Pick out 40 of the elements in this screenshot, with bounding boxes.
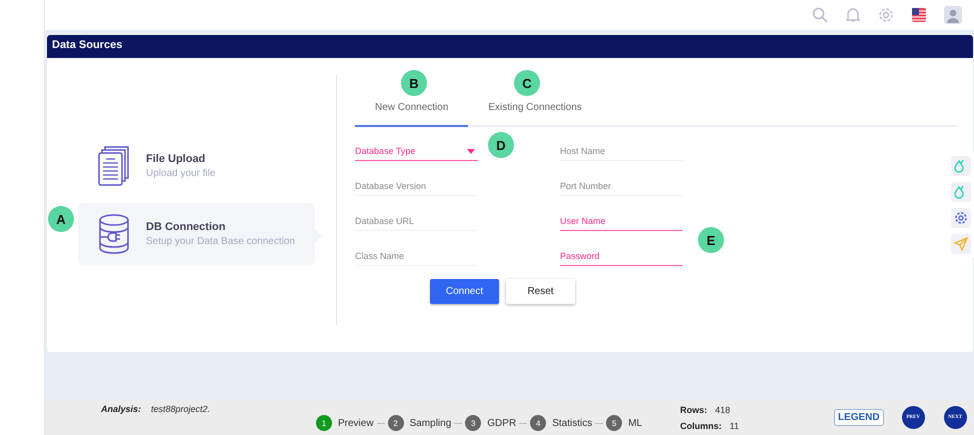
send-icon[interactable] — [951, 234, 971, 254]
database-icon — [98, 214, 130, 254]
reset-button[interactable]: Reset — [506, 279, 575, 304]
step[interactable]: 4 Statistics — [530, 415, 592, 431]
stat-label: Columns: — [680, 420, 722, 430]
step[interactable]: 5 ML — [606, 415, 642, 431]
step-number: 2 — [388, 415, 404, 431]
source-option[interactable]: File Upload Upload your file — [78, 135, 315, 197]
stat-label: Rows: — [680, 404, 708, 414]
flag-icon[interactable] — [912, 8, 926, 22]
step-number: 4 — [530, 415, 546, 431]
search-icon[interactable] — [812, 7, 828, 23]
select-field[interactable]: Database Type — [355, 141, 478, 161]
step-number: 5 — [606, 415, 622, 431]
source-subtitle: Upload your file — [146, 168, 216, 179]
avatar-icon[interactable] — [944, 6, 962, 24]
input-field[interactable]: User Name — [560, 211, 683, 231]
settings-icon[interactable] — [951, 208, 971, 228]
legend-button[interactable]: LEGEND — [834, 409, 884, 426]
source-subtitle: Setup your Data Base connection — [146, 236, 295, 247]
source-title: DB Connection — [146, 221, 226, 233]
analysis-label: Analysis: — [101, 404, 142, 414]
stat-value: 418 — [715, 404, 730, 414]
dropdown-caret-icon — [467, 149, 475, 154]
analysis-value: test88project2. — [151, 404, 210, 414]
step[interactable]: 1 Preview — [316, 415, 374, 431]
panel-title: Data Sources — [47, 35, 973, 58]
step[interactable]: 2 Sampling — [388, 415, 452, 431]
step-number: 1 — [316, 415, 332, 431]
documents-icon — [98, 146, 130, 186]
input-field[interactable]: Password — [560, 246, 683, 266]
source-title: File Upload — [146, 153, 206, 165]
stat-value: 11 — [730, 420, 739, 430]
drops-icon[interactable] — [951, 182, 971, 202]
settings-icon[interactable] — [878, 7, 894, 23]
connect-button[interactable]: Connect — [430, 279, 499, 304]
drops-icon[interactable] — [951, 156, 971, 176]
step-number: 3 — [465, 415, 482, 431]
step[interactable]: 3 GDPR — [465, 415, 516, 431]
bell-icon[interactable] — [846, 7, 860, 23]
